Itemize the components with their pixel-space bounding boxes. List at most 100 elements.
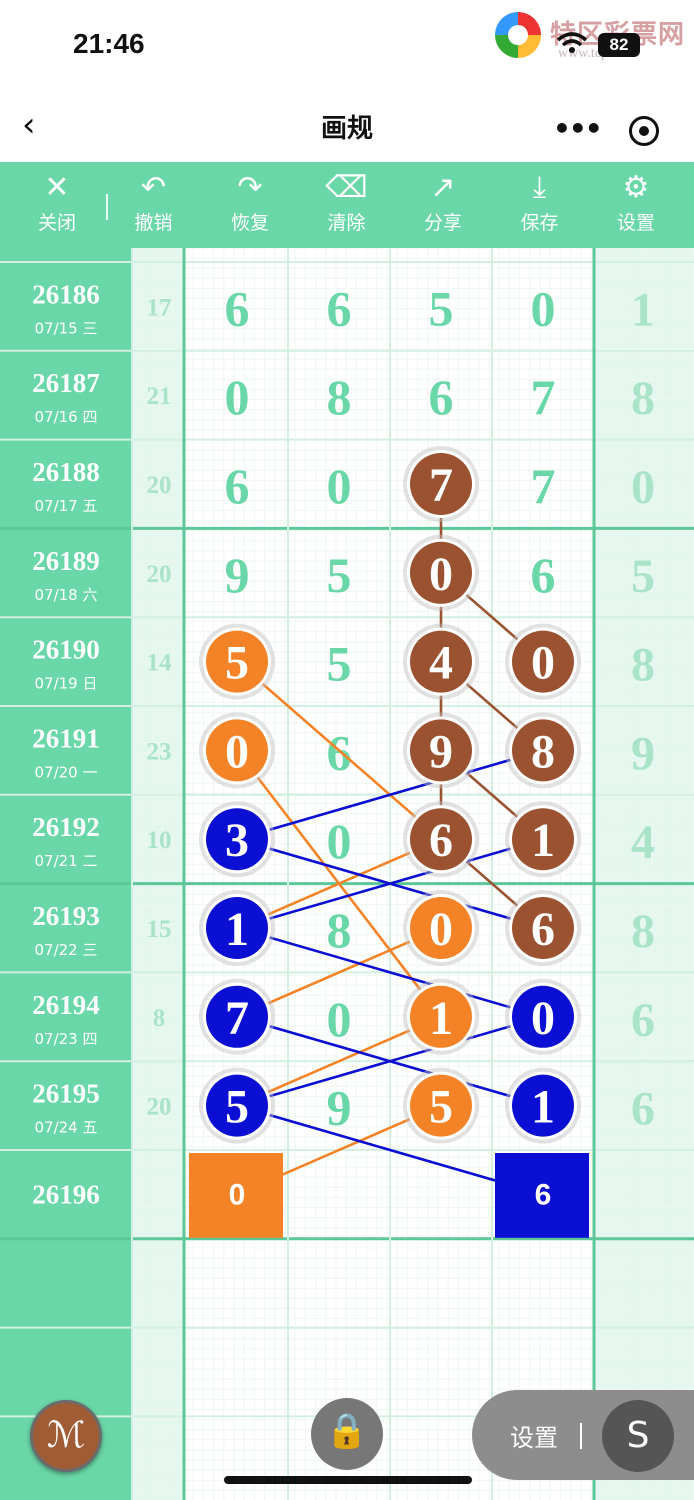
sum-value: 20 (147, 561, 172, 588)
digit-cell: 8 (327, 902, 352, 958)
ball-digit: 5 (225, 1081, 249, 1134)
digit-cell: 7 (531, 458, 556, 514)
sum-value: 20 (147, 472, 172, 499)
toolbar-label: 恢复 (230, 212, 269, 234)
digit-cell: 0 (327, 813, 352, 869)
digit-cell: 6 (531, 547, 556, 603)
orange-ball: 0 (199, 712, 275, 789)
settings-icon: ⚙ (622, 170, 650, 205)
extra-digit: 8 (631, 639, 655, 692)
blue-ball: 1 (505, 1067, 581, 1144)
period-number: 26190 (32, 635, 100, 665)
extra-digit: 8 (631, 905, 655, 958)
extra-digit: 8 (631, 372, 655, 425)
ball-digit: 1 (429, 992, 453, 1045)
toolbar-share-button[interactable]: ↗ 分享 (395, 162, 491, 248)
toolbar-label: 保存 (520, 212, 559, 234)
extra-digit: 6 (631, 1083, 655, 1136)
sum-value: 14 (147, 650, 173, 677)
period-column-bg (0, 248, 132, 1500)
toolbar-clear-button[interactable]: ⌫ 清除 (299, 162, 395, 248)
lock-icon: 🔒 (325, 1411, 369, 1451)
brush-button[interactable]: ℳ (30, 1400, 102, 1472)
settings-label[interactable]: 设置 (510, 1418, 558, 1453)
toolbar-label: 清除 (327, 212, 366, 234)
clear-icon: ⌫ (325, 170, 368, 205)
ball-digit: 5 (429, 1081, 453, 1134)
toolbar-settings-button[interactable]: ⚙ 设置 (588, 162, 684, 248)
lock-button[interactable]: 🔒 (311, 1398, 383, 1470)
extra-digit: 9 (631, 727, 655, 780)
extra-digit: 1 (631, 283, 655, 336)
period-date: 07/23 四 (35, 1030, 98, 1048)
ball-digit: 1 (531, 1081, 555, 1134)
ball-digit: 0 (225, 725, 249, 778)
digit-cell: 5 (327, 547, 352, 603)
extra-digit: 0 (631, 461, 655, 514)
ball-digit: 9 (429, 725, 453, 778)
ball-digit: 7 (225, 992, 249, 1045)
home-indicator (224, 1476, 472, 1484)
ball-digit: 6 (429, 814, 453, 867)
sum-value: 17 (147, 294, 172, 321)
sum-value: 15 (147, 916, 172, 943)
period-number: 26191 (32, 723, 100, 753)
toolbar-undo-button[interactable]: ↶ 撤销 (106, 162, 202, 248)
ball-digit: 1 (225, 903, 249, 956)
period-date: 07/21 二 (35, 852, 98, 870)
ball-digit: 0 (531, 637, 555, 690)
brown-ball: 0 (505, 623, 581, 700)
period-date: 07/24 五 (35, 1119, 98, 1137)
battery-indicator: 82 (598, 33, 640, 57)
toolbar-redo-button[interactable]: ↷ 恢复 (202, 162, 298, 248)
orange-ball: 5 (403, 1067, 479, 1144)
brown-ball: 4 (403, 623, 479, 700)
period-date: 07/22 三 (35, 941, 98, 959)
ball-digit: 0 (429, 903, 453, 956)
toolbar-label: 设置 (616, 212, 655, 234)
period-number: 26193 (32, 901, 100, 931)
digit-cell: 0 (327, 991, 352, 1047)
period-number: 26195 (32, 1079, 100, 1109)
toolbar-close-button[interactable]: ✕ 关闭 (9, 162, 105, 248)
watermark-logo (495, 12, 541, 58)
extra-digit: 4 (631, 816, 655, 869)
save-icon: ⤓ (532, 170, 547, 205)
blue-ball: 5 (199, 1067, 275, 1144)
toolbar-label: 撤销 (134, 212, 173, 234)
s-button[interactable]: S (602, 1400, 674, 1472)
ball-digit: 3 (225, 814, 249, 867)
ball-digit: 1 (531, 814, 555, 867)
close-icon: ✕ (44, 170, 70, 205)
toolbar-save-button[interactable]: ⤓ 保存 (492, 162, 588, 248)
period-number: 26188 (32, 457, 100, 487)
orange-ball: 5 (199, 623, 275, 700)
digit-cell: 6 (327, 280, 352, 336)
redo-icon: ↷ (237, 170, 263, 205)
digit-cell: 9 (327, 1080, 352, 1136)
digit-cell: 0 (531, 280, 556, 336)
digit-cell: 9 (225, 547, 250, 603)
ball-digit: 0 (429, 548, 453, 601)
digit-cell: 8 (327, 369, 352, 425)
close-miniprogram-icon[interactable] (629, 116, 659, 146)
extra-digit: 6 (631, 994, 655, 1047)
brown-ball: 7 (403, 446, 479, 522)
status-time: 21:46 (73, 28, 145, 59)
sum-value: 20 (147, 1094, 172, 1121)
more-icon[interactable]: ••• (553, 112, 603, 145)
ball-digit: 0 (531, 992, 555, 1045)
blue-ball: 0 (505, 978, 581, 1055)
trend-chart-grid[interactable]: 2618607/15 三17 16 6 5 02618707/16 四21 80 8 6 726… (0, 248, 694, 1500)
floating-settings-panel: 设置 S (472, 1390, 694, 1480)
blue-ball: 7 (199, 978, 275, 1055)
digit-cell: 7 (531, 369, 556, 425)
brown-ball: 0 (403, 534, 479, 611)
ball-digit: 7 (429, 459, 453, 512)
period-number: 26196 (32, 1179, 100, 1209)
ball-digit: 6 (531, 903, 555, 956)
ball-digit: 4 (429, 637, 453, 690)
drawing-toolbar: ✕ 关闭 ↶ 撤销 ↷ 恢复 ⌫ 清除 ↗ 分享 ⤓ 保存 ⚙ 设置 (0, 162, 694, 248)
digit-cell: 6 (225, 280, 250, 336)
prediction-digit: 6 (535, 1178, 552, 1211)
